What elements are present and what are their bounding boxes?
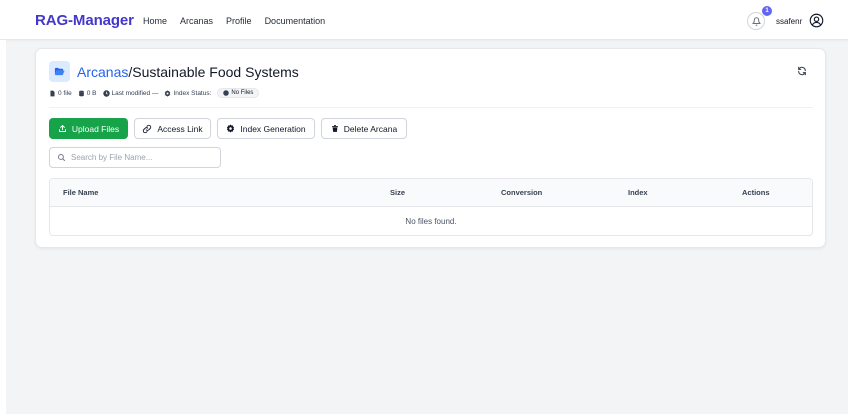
search-input[interactable] xyxy=(71,153,219,162)
meta-row: 0 file 0 B Last modified — Index Status:… xyxy=(49,88,260,98)
upload-files-label: Upload Files xyxy=(71,123,120,134)
file-count: 0 file xyxy=(49,90,72,97)
file-icon xyxy=(50,90,55,96)
column-actions: Actions xyxy=(742,188,770,197)
column-size[interactable]: Size xyxy=(390,188,405,197)
brand-logo[interactable]: RAG-Manager xyxy=(35,12,134,29)
database-icon xyxy=(78,90,84,96)
total-size-text: 0 B xyxy=(86,89,97,97)
upload-files-button[interactable]: Upload Files xyxy=(49,118,128,139)
delete-arcana-button[interactable]: Delete Arcana xyxy=(321,118,407,139)
left-edge xyxy=(0,40,6,414)
delete-icon xyxy=(331,125,338,132)
nav-link-profile[interactable]: Profile xyxy=(226,16,252,26)
delete-arcana-label: Delete Arcana xyxy=(343,123,398,134)
status-badge-text: No Files xyxy=(231,90,254,96)
column-file-name[interactable]: File Name xyxy=(63,188,98,197)
access-link-label: Access Link xyxy=(157,123,203,134)
column-index[interactable]: Index xyxy=(628,188,648,197)
breadcrumb-arcanas[interactable]: Arcanas xyxy=(77,64,128,80)
folder-open-icon xyxy=(54,67,65,76)
index-status: Index Status: xyxy=(164,90,211,97)
top-navbar: RAG-Manager Home Arcanas Profile Documen… xyxy=(0,0,848,40)
index-generation-button[interactable]: Index Generation xyxy=(217,118,315,139)
divider xyxy=(49,107,813,108)
arcana-card: Arcanas/Sustainable Food Systems 0 file … xyxy=(35,48,826,248)
file-count-text: 0 file xyxy=(58,89,72,97)
clock-icon xyxy=(102,89,110,97)
nav-links: Home Arcanas Profile Documentation xyxy=(143,16,325,26)
upload-icon xyxy=(58,124,66,132)
last-modified: Last modified — xyxy=(102,89,159,97)
total-size: 0 B xyxy=(78,90,97,97)
link-icon xyxy=(143,124,152,133)
search-box xyxy=(49,147,221,168)
folder-badge xyxy=(49,61,70,82)
username[interactable]: ssafenr xyxy=(776,17,802,26)
nav-link-home[interactable]: Home xyxy=(143,16,167,26)
gear-icon xyxy=(227,124,235,133)
access-link-button[interactable]: Access Link xyxy=(134,118,211,139)
refresh-icon[interactable] xyxy=(797,66,807,76)
notification-badge: 1 xyxy=(762,6,772,16)
status-dot-icon xyxy=(223,90,230,96)
index-generation-label: Index Generation xyxy=(240,123,306,134)
column-conversion[interactable]: Conversion xyxy=(501,188,542,197)
empty-state-message: No files found. xyxy=(405,217,457,226)
gear-icon xyxy=(165,89,171,97)
page-title: Arcanas/Sustainable Food Systems xyxy=(77,64,299,80)
breadcrumb-current: Sustainable Food Systems xyxy=(132,64,299,80)
index-status-label: Index Status: xyxy=(173,89,212,97)
user-circle-icon[interactable] xyxy=(809,13,824,28)
nav-link-documentation[interactable]: Documentation xyxy=(265,16,326,26)
search-icon xyxy=(58,154,65,161)
status-badge: No Files xyxy=(217,88,260,98)
notifications-button[interactable] xyxy=(747,12,765,30)
nav-link-arcanas[interactable]: Arcanas xyxy=(180,16,213,26)
table-header: File Name Size Conversion Index Actions xyxy=(50,179,812,207)
bell-icon xyxy=(751,16,761,26)
files-table: File Name Size Conversion Index Actions … xyxy=(49,178,813,236)
last-modified-text: Last modified — xyxy=(111,89,159,97)
